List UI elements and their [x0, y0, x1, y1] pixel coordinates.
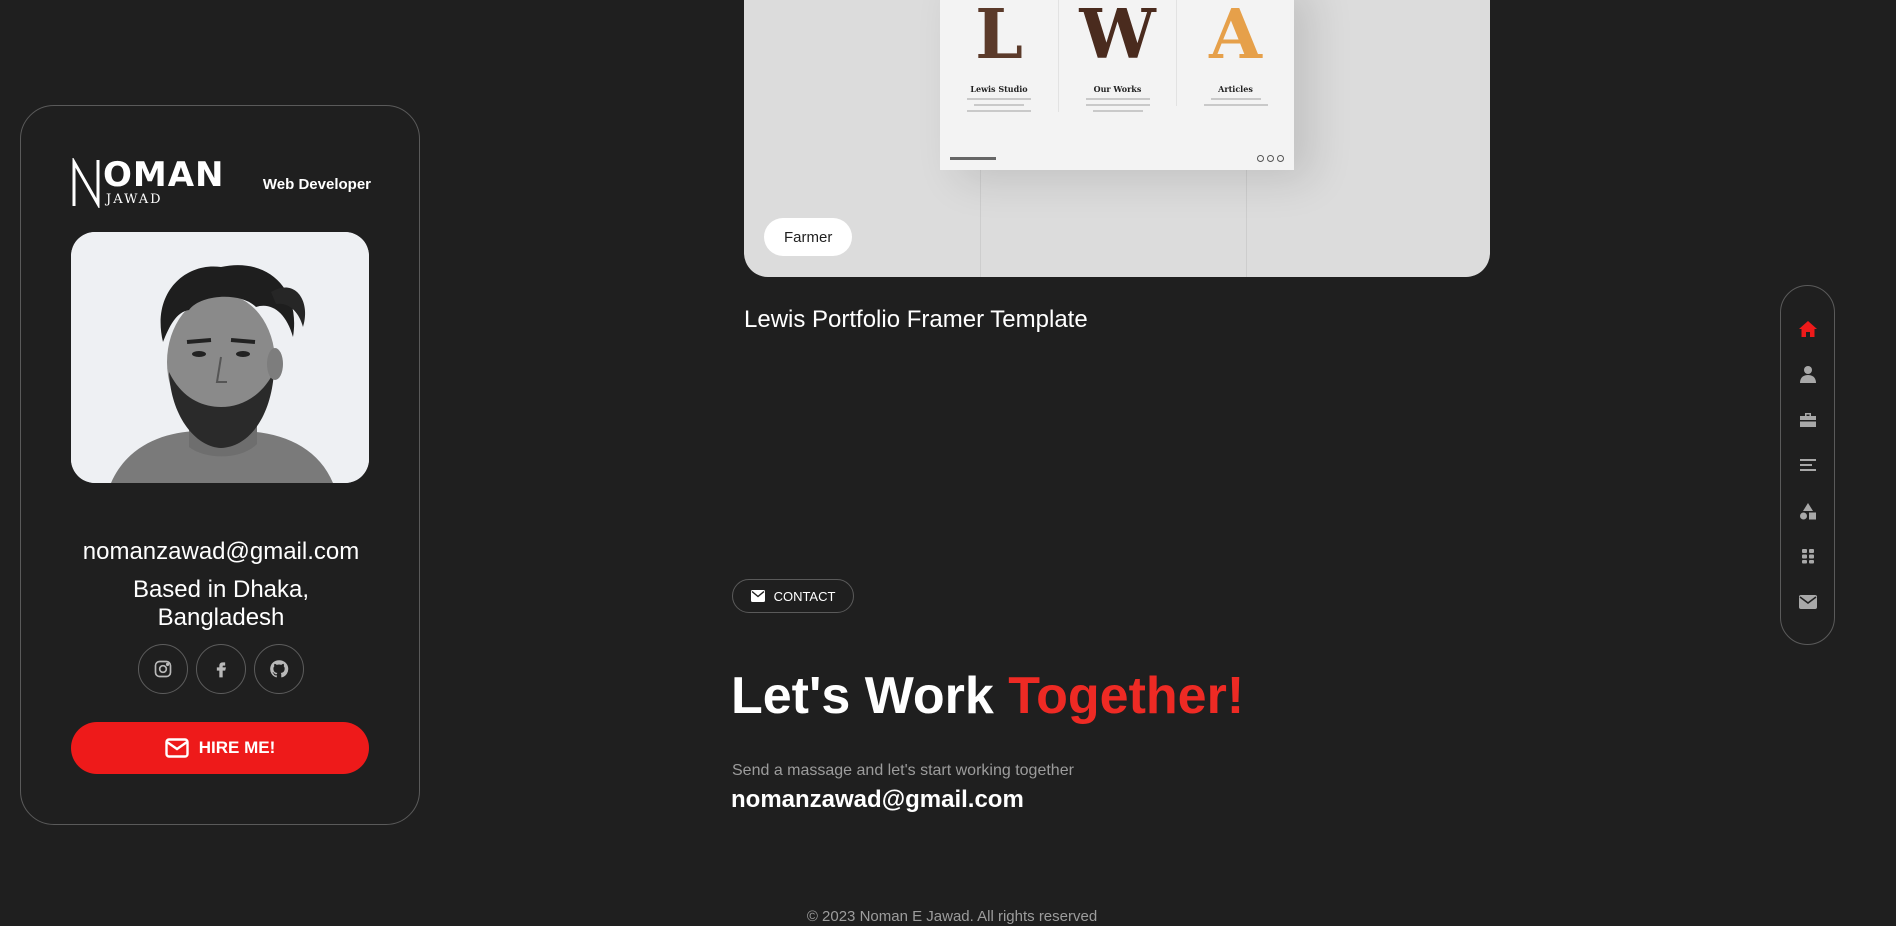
preview-title: Lewis Studio [970, 84, 1028, 94]
preview-text-line [1203, 104, 1268, 106]
project-thumbnail[interactable]: L Lewis Studio W Our Works A Articles Fa… [744, 0, 1490, 277]
envelope-icon [165, 738, 189, 758]
instagram-icon [154, 660, 172, 678]
nav-services[interactable] [1793, 450, 1823, 480]
nav-home[interactable] [1793, 314, 1823, 344]
github-button[interactable] [254, 644, 304, 694]
contact-email-link[interactable]: nomanzawad@gmail.com [731, 786, 1024, 814]
template-preview: L Lewis Studio W Our Works A Articles [940, 0, 1294, 170]
github-icon [270, 660, 289, 678]
nav-contact[interactable] [1793, 587, 1823, 617]
logo-sub: JAWAD [106, 192, 163, 207]
contact-subtext: Send a massage and let's start working t… [732, 762, 1074, 779]
project-tag[interactable]: Farmer [764, 218, 853, 256]
nav-resume[interactable] [1793, 405, 1823, 435]
preview-text-line [967, 98, 1031, 100]
shapes-icon [1799, 502, 1816, 519]
contact-heading: Let's Work Together! [731, 664, 1244, 728]
side-nav [1780, 285, 1835, 645]
preview-column: L Lewis Studio [940, 0, 1058, 112]
grid-icon [1801, 549, 1814, 564]
profile-card: OMAN JAWAD Web Developer nomanzawad@gmai… [20, 105, 420, 825]
copyright-text: © 2023 Noman E Jawad. All rights reserve… [806, 908, 1098, 925]
preview-text-line [974, 104, 1024, 106]
facebook-button[interactable] [196, 644, 246, 694]
preview-text-line [1085, 104, 1150, 106]
contact-section-tag: CONTACT [732, 579, 854, 613]
preview-footer-text [950, 157, 996, 160]
home-icon [1798, 320, 1817, 337]
logo-text: OMAN JAWAD [103, 158, 225, 207]
nav-about[interactable] [1793, 359, 1823, 389]
menu-lines-icon [1799, 459, 1816, 471]
logo-n-mark [72, 158, 100, 208]
card-header: OMAN JAWAD Web Developer [71, 154, 371, 214]
profile-location: Based in Dhaka, Bangladesh [132, 576, 310, 631]
facebook-icon [216, 662, 226, 678]
social-links [21, 644, 421, 694]
project-title[interactable]: Lewis Portfolio Framer Template [744, 306, 1088, 334]
logo[interactable]: OMAN JAWAD [71, 158, 225, 210]
preview-text-line [1092, 110, 1143, 112]
role-label: Web Developer [262, 175, 371, 193]
profile-email[interactable]: nomanzawad@gmail.com [21, 538, 421, 566]
hire-me-label: HIRE ME! [198, 738, 276, 757]
envelope-icon [750, 590, 765, 602]
logo-main: OMAN [103, 155, 225, 195]
preview-text-line [967, 110, 1031, 112]
user-icon [1799, 366, 1816, 383]
hire-me-button[interactable]: HIRE ME! [71, 722, 369, 774]
preview-title: Articles [1218, 84, 1253, 94]
instagram-button[interactable] [138, 644, 188, 694]
contact-heading-main: Let's Work [731, 667, 1009, 725]
envelope-icon [1798, 594, 1817, 609]
contact-tag-label: CONTACT [773, 588, 836, 604]
contact-heading-accent: Together! [1008, 667, 1245, 725]
preview-text-line [1085, 98, 1150, 100]
preview-letter: L [975, 0, 1023, 75]
preview-column: A Articles [1176, 0, 1294, 106]
avatar [71, 232, 369, 483]
preview-text-line [1210, 98, 1261, 100]
preview-letter: W [1079, 0, 1156, 75]
nav-skills[interactable] [1793, 496, 1823, 526]
preview-letter: A [1209, 0, 1262, 75]
preview-title: Our Works [1093, 84, 1142, 94]
footer: © 2023 Noman E Jawad. All rights reserve… [0, 908, 1896, 925]
preview-social-dots [1257, 155, 1284, 162]
nav-portfolio[interactable] [1793, 541, 1823, 571]
preview-column: W Our Works [1058, 0, 1176, 112]
briefcase-icon [1799, 412, 1816, 427]
